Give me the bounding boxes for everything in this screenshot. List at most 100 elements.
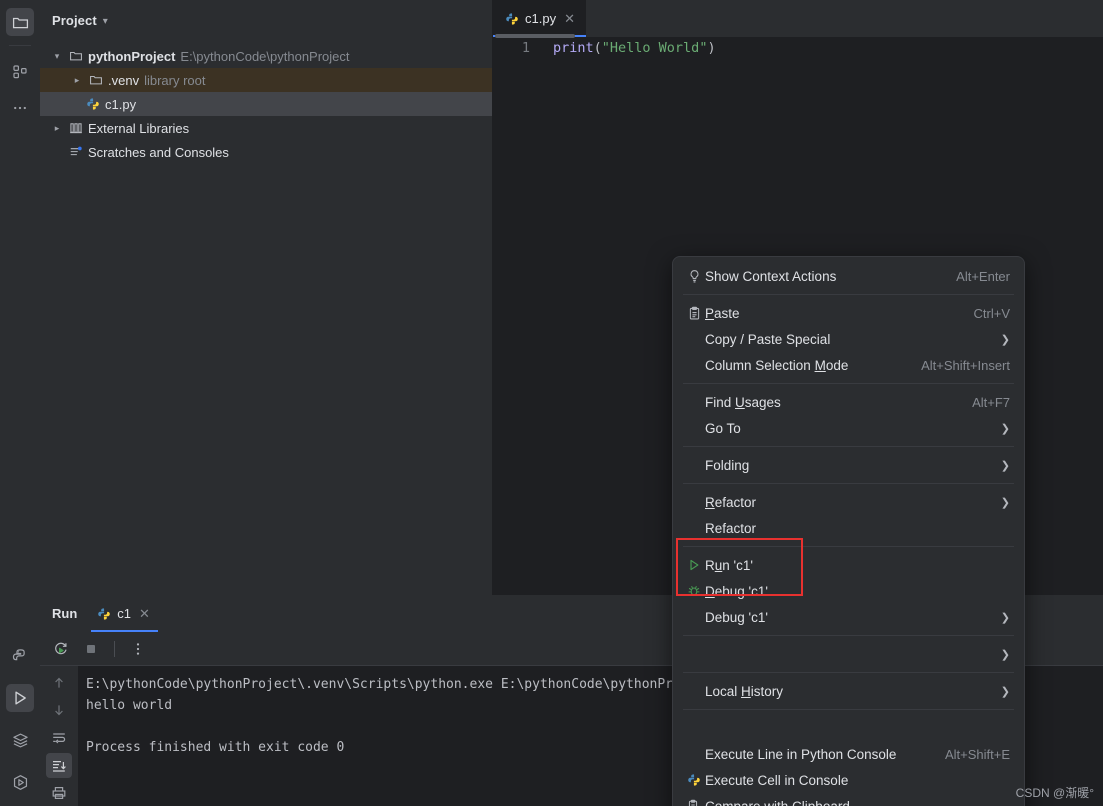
vertical-ellipsis-icon bbox=[136, 642, 140, 655]
soft-wrap-icon bbox=[53, 733, 66, 744]
run-panel-title: Run bbox=[52, 606, 78, 621]
rerun-button[interactable] bbox=[48, 636, 74, 662]
menu-item-shortcut: Alt+F7 bbox=[972, 394, 1010, 410]
chevron-down-icon[interactable]: ▾ bbox=[103, 16, 108, 27]
menu-separator bbox=[683, 672, 1014, 673]
scratches-icon bbox=[70, 146, 82, 156]
editor-scrollbar[interactable] bbox=[495, 34, 575, 38]
menu-item-column-selection-mode[interactable]: Column Selection Mode Alt+Shift+Insert bbox=[673, 352, 1024, 378]
arrow-down-icon bbox=[55, 705, 63, 716]
python-icon bbox=[98, 607, 111, 620]
chevron-right-icon: ❯ bbox=[1000, 496, 1010, 509]
menu-item-run-file-in-python-console[interactable]: Execute Cell in Console bbox=[673, 767, 1024, 793]
print-button[interactable] bbox=[46, 780, 72, 806]
activity-item-services[interactable] bbox=[6, 726, 34, 754]
library-icon bbox=[70, 123, 82, 134]
activity-bottom-group bbox=[6, 628, 34, 806]
tree-item-label: pythonProject bbox=[88, 48, 176, 64]
more-options-button[interactable] bbox=[125, 636, 151, 662]
folder-icon bbox=[70, 51, 82, 61]
code-line-content[interactable]: print("Hello World") bbox=[541, 40, 716, 56]
close-icon[interactable]: ✕ bbox=[137, 607, 152, 620]
folder-icon bbox=[90, 75, 102, 85]
pycharm-window: Project ▾ ▾ pythonProject E:\pythonCode\… bbox=[0, 0, 1103, 806]
menu-item-execute-line-in-python-console[interactable] bbox=[673, 715, 1024, 741]
menu-item-open-in[interactable]: ❯ bbox=[673, 641, 1024, 667]
scroll-to-end-icon bbox=[53, 760, 66, 772]
run-tab-label: c1 bbox=[117, 606, 132, 621]
menu-item-run-c1[interactable]: Run 'c1' bbox=[673, 552, 1024, 578]
menu-item-shortcut: Alt+Shift+E bbox=[944, 746, 1010, 762]
chevron-right-icon: ❯ bbox=[1000, 333, 1010, 346]
code-token-print: print bbox=[553, 40, 594, 56]
menu-item-shortcut: Alt+Shift+Insert bbox=[921, 357, 1010, 373]
menu-item-go-to[interactable]: Go To ❯ bbox=[673, 415, 1024, 441]
menu-item-execute-cell-in-console[interactable]: Execute Line in Python Console Alt+Shift… bbox=[673, 741, 1024, 767]
editor-tab-label: c1.py bbox=[525, 11, 557, 26]
menu-item-shortcut: Ctrl+V bbox=[973, 305, 1010, 321]
menu-item-generate[interactable]: Refactor bbox=[673, 515, 1024, 541]
menu-separator bbox=[683, 546, 1014, 547]
menu-item-more-run-debug[interactable]: Debug 'c1' ❯ bbox=[673, 604, 1024, 630]
menu-item-label: Find Usages bbox=[705, 394, 781, 410]
menu-item-paste[interactable]: Paste Ctrl+V bbox=[673, 300, 1024, 326]
menu-item-show-context-actions[interactable]: Show Context Actions Alt+Enter bbox=[673, 263, 1024, 289]
activity-item-more[interactable] bbox=[6, 94, 34, 122]
stop-square-icon bbox=[87, 644, 95, 653]
editor-tab-c1py[interactable]: c1.py ✕ bbox=[493, 0, 586, 37]
project-panel-header[interactable]: Project ▾ bbox=[40, 0, 493, 40]
compare-clipboard-icon bbox=[683, 799, 705, 806]
menu-item-debug-c1[interactable]: Debug 'c1' bbox=[673, 578, 1024, 604]
menu-item-folding[interactable]: Folding ❯ bbox=[673, 452, 1024, 478]
watermark-text: CSDN @渐暖° bbox=[1015, 786, 1094, 800]
menu-separator bbox=[683, 383, 1014, 384]
project-panel-title: Project bbox=[52, 12, 97, 28]
activity-item-run[interactable] bbox=[6, 684, 34, 712]
prev-occurrence-button[interactable] bbox=[46, 670, 72, 696]
code-line-1: 1 print("Hello World") bbox=[493, 37, 1103, 59]
menu-item-find-usages[interactable]: Find Usages Alt+F7 bbox=[673, 389, 1024, 415]
ellipsis-icon bbox=[14, 106, 26, 110]
chevron-right-icon[interactable]: ▸ bbox=[50, 123, 64, 134]
activity-item-python-console[interactable] bbox=[6, 642, 34, 670]
tree-item-label: External Libraries bbox=[88, 120, 190, 136]
menu-item-refactor[interactable]: Refactor ❯ bbox=[673, 489, 1024, 515]
soft-wrap-button[interactable] bbox=[46, 725, 72, 751]
run-tab-c1[interactable]: c1 ✕ bbox=[91, 595, 158, 632]
code-token-open-paren: ( bbox=[593, 40, 602, 56]
tree-item-venv[interactable]: ▸ .venv library root bbox=[40, 68, 493, 92]
activity-bar bbox=[0, 0, 40, 806]
python-icon bbox=[683, 773, 705, 787]
tree-item-c1py[interactable]: c1.py bbox=[40, 92, 493, 116]
menu-item-label: Column Selection Mode bbox=[705, 357, 849, 373]
debug-bug-green-icon bbox=[683, 584, 705, 598]
stop-button[interactable] bbox=[78, 636, 104, 662]
menu-item-label: Compare with Clipboard bbox=[705, 798, 850, 806]
menu-item-label: Debug 'c1' bbox=[705, 583, 768, 599]
line-number: 1 bbox=[521, 40, 530, 56]
menu-item-label: Execute Cell in Console bbox=[705, 772, 849, 788]
folder-icon bbox=[12, 17, 28, 28]
run-side-toolbar bbox=[40, 666, 78, 806]
menu-item-local-history[interactable]: Local History ❯ bbox=[673, 678, 1024, 704]
close-icon[interactable]: ✕ bbox=[562, 12, 577, 25]
structure-grid-icon bbox=[13, 65, 27, 79]
menu-item-compare-with-clipboard[interactable]: Compare with Clipboard bbox=[673, 793, 1024, 806]
tree-item-pythonproject[interactable]: ▾ pythonProject E:\pythonCode\pythonProj… bbox=[40, 44, 493, 68]
tree-item-external-libraries[interactable]: ▸ External Libraries bbox=[40, 116, 493, 140]
next-occurrence-button[interactable] bbox=[46, 698, 72, 724]
activity-item-project[interactable] bbox=[6, 8, 34, 36]
menu-item-shortcut: Alt+Enter bbox=[956, 268, 1010, 284]
menu-item-label: Show Context Actions bbox=[705, 268, 837, 284]
run-tab-active-indicator bbox=[91, 630, 158, 632]
scroll-to-end-button[interactable] bbox=[46, 752, 72, 779]
tree-item-scratches-and-consoles[interactable]: Scratches and Consoles bbox=[40, 140, 493, 164]
chevron-down-icon[interactable]: ▾ bbox=[50, 51, 64, 62]
menu-item-label: Refactor bbox=[705, 494, 757, 510]
tree-item-label: c1.py bbox=[105, 96, 137, 112]
menu-item-copy-paste-special[interactable]: Copy / Paste Special ❯ bbox=[673, 326, 1024, 352]
project-tree: ▾ pythonProject E:\pythonCode\pythonProj… bbox=[40, 40, 493, 164]
activity-item-structure[interactable] bbox=[6, 58, 34, 86]
chevron-right-icon[interactable]: ▸ bbox=[70, 75, 84, 86]
activity-item-coverage[interactable] bbox=[6, 768, 34, 796]
